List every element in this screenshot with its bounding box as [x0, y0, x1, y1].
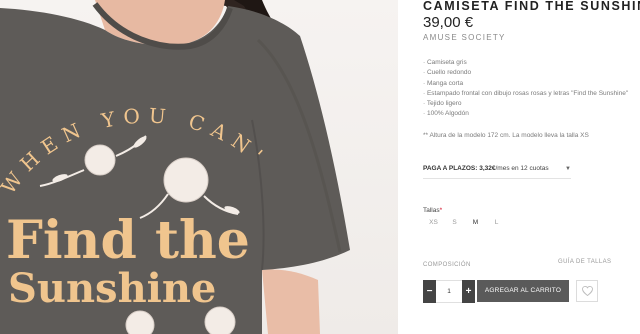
installments-underline — [423, 178, 571, 179]
product-description: · Camiseta gris · Cuello redondo · Manga… — [423, 58, 628, 120]
product-info-panel: CAMISETA FIND THE SUNSHINE 39,00 € AMUSE… — [410, 0, 640, 334]
product-brand[interactable]: AMUSE SOCIETY — [423, 33, 506, 42]
installments-prefix: PAGA A PLAZOS: — [423, 165, 478, 172]
quantity-stepper: − 1 + — [423, 280, 475, 303]
sizes-label: Tallas* — [423, 207, 442, 214]
description-item: · Camiseta gris — [423, 59, 467, 66]
size-option-l[interactable]: L — [486, 217, 507, 229]
description-item: · Tejido ligero — [423, 100, 462, 108]
installments-suffix: /mes en 12 cuotas — [495, 165, 549, 172]
sizes-label-text: Tallas — [423, 207, 440, 214]
wishlist-button[interactable] — [576, 280, 598, 302]
add-to-cart-button[interactable]: AGREGAR AL CARRITO — [477, 280, 569, 302]
size-selector: XS S M L — [423, 217, 507, 229]
model-height-note: ** Altura de la modelo 172 cm. La modelo… — [423, 132, 589, 139]
description-item: · Cuello redondo — [423, 69, 472, 77]
composition-toggle[interactable]: COMPOSICIÓN — [423, 262, 471, 268]
decrease-quantity-button[interactable]: − — [423, 280, 436, 303]
print-line-2: Sunshine — [8, 265, 216, 312]
installments-dropdown[interactable]: PAGA A PLAZOS: 3,32€/mes en 12 cuotas ▼ — [423, 165, 573, 179]
size-guide-link[interactable]: GUÍA DE TALLAS — [558, 259, 611, 265]
required-mark: * — [439, 207, 443, 214]
installments-amount: 3,32€ — [479, 165, 496, 172]
increase-quantity-button[interactable]: + — [462, 280, 475, 303]
size-option-s[interactable]: S — [444, 217, 465, 229]
description-item: · Manga corta — [423, 79, 464, 87]
heart-icon — [581, 286, 593, 296]
description-item: · 100% Algodón — [423, 110, 469, 118]
chevron-down-icon: ▼ — [565, 166, 571, 172]
print-line-1: Find the — [6, 210, 250, 271]
size-option-m[interactable]: M — [465, 217, 486, 229]
product-photo-graphic: WHEN YOU CAN'T Find the Sunshine — [0, 0, 350, 334]
size-option-xs[interactable]: XS — [423, 217, 444, 229]
product-title: CAMISETA FIND THE SUNSHINE — [423, 0, 640, 13]
product-image[interactable]: WHEN YOU CAN'T Find the Sunshine — [0, 0, 398, 334]
product-price: 39,00 € — [423, 14, 474, 31]
quantity-input[interactable]: 1 — [436, 280, 462, 303]
description-item: · Estampado frontal con dibujo rosas ros… — [423, 89, 629, 97]
